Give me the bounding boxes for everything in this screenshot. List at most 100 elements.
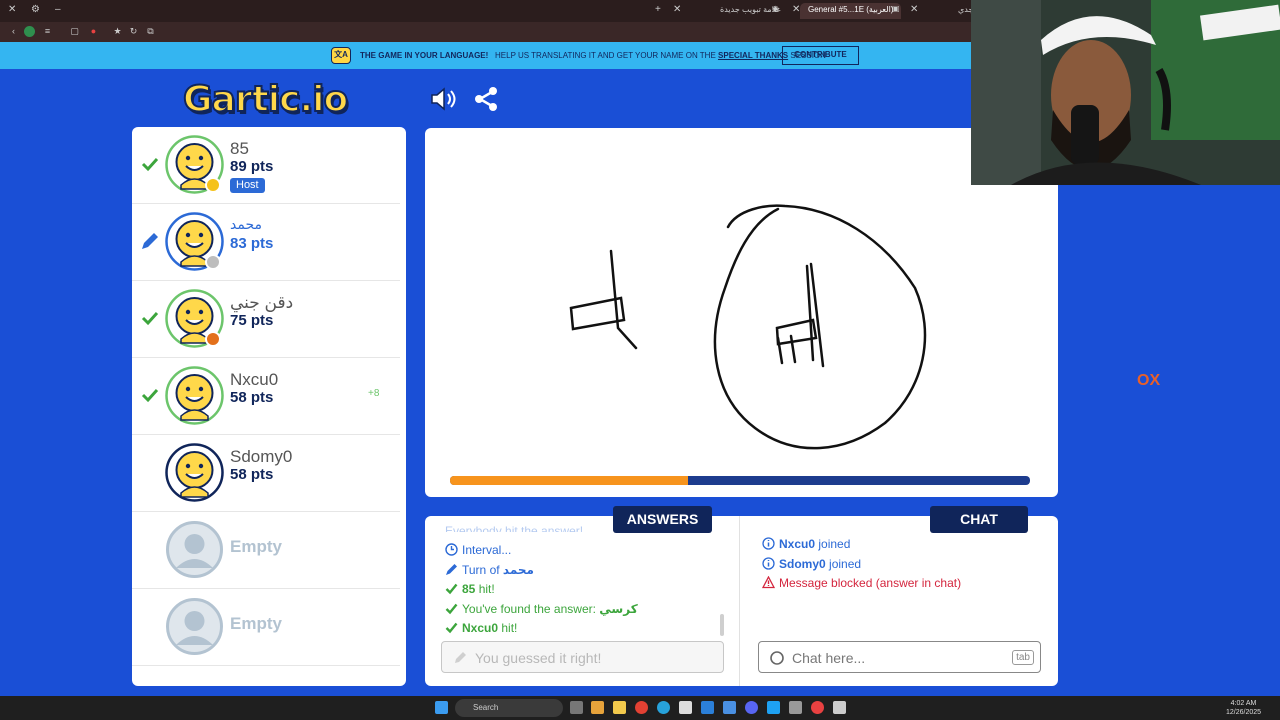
- message-user: Sdomy0: [779, 556, 826, 571]
- player-row[interactable]: Nxcu0 58 pts +8: [132, 358, 400, 435]
- stream-overlay-text: OX: [1137, 372, 1161, 389]
- bookmark-star-icon[interactable]: ★: [112, 26, 123, 37]
- taskbar: Search 4:02 AM 12/26/2025: [0, 696, 1280, 720]
- points-bonus: +8: [368, 388, 380, 399]
- message-line: Nxcu0 joined: [762, 537, 850, 551]
- speaker-icon[interactable]: [429, 86, 457, 112]
- host-badge: Host: [230, 178, 265, 193]
- message-text: joined: [825, 556, 862, 571]
- check-icon: [445, 622, 458, 634]
- special-thanks-link[interactable]: SPECIAL THANKS: [718, 51, 788, 60]
- new-tab-icon[interactable]: +: [655, 4, 661, 15]
- cut-line-text: Everybody hit the answer!: [445, 524, 584, 532]
- record-icon[interactable]: ●: [88, 26, 99, 37]
- banner-headline: THE GAME IN YOUR LANGUAGE!: [360, 51, 489, 60]
- share-icon[interactable]: [472, 86, 500, 112]
- check-icon: [141, 388, 159, 403]
- profile-icon[interactable]: [24, 26, 35, 37]
- banner-text: HELP US TRANSLATING IT AND GET YOUR NAME…: [495, 51, 826, 60]
- contribute-button[interactable]: CONTRIBUTE: [782, 46, 859, 65]
- player-row[interactable]: Sdomy0 58 pts: [132, 435, 400, 512]
- tab-search-icon[interactable]: ▢: [69, 26, 80, 37]
- round-timer-bar: [450, 476, 1030, 485]
- browser-tab-active[interactable]: General #5...1E (العربية): [800, 3, 902, 19]
- task-view-icon[interactable]: [570, 701, 583, 714]
- minimize-icon[interactable]: –: [55, 4, 61, 15]
- message-line: Interval...: [445, 543, 511, 557]
- browser-tab-label: General #5...1E (العربية): [808, 5, 894, 14]
- player-row[interactable]: دقن جني 75 pts: [132, 281, 400, 358]
- taskbar-clock[interactable]: 4:02 AM 12/26/2025: [1226, 699, 1261, 717]
- gartic-logo[interactable]: Gartic.io: [182, 78, 349, 121]
- answers-cut-line: Everybody hit the answer!: [445, 524, 583, 532]
- player-name: 85: [230, 139, 249, 158]
- host-badge-label: Host: [236, 179, 259, 191]
- message-highlight: محمد: [502, 562, 534, 577]
- mail-icon[interactable]: [701, 701, 714, 714]
- drawing: [569, 204, 927, 450]
- webcam-overlay: [971, 0, 1280, 185]
- message-text: hit!: [498, 621, 518, 635]
- message-text: You've found the answer:: [462, 601, 600, 616]
- answer-input[interactable]: You guessed it right!: [441, 641, 724, 673]
- player-name: Sdomy0: [230, 447, 293, 466]
- status-dot: [205, 331, 221, 347]
- drawing-canvas[interactable]: [425, 128, 1058, 497]
- pencil-icon: [455, 652, 466, 663]
- windows-start-icon[interactable]: [435, 701, 448, 714]
- player-row[interactable]: 85 89 pts Host: [132, 127, 400, 204]
- message-text: hit!: [475, 582, 495, 596]
- tab-answers[interactable]: ANSWERS: [613, 506, 712, 533]
- check-icon: [445, 603, 458, 614]
- check-icon: [141, 157, 159, 172]
- taskbar-search[interactable]: Search: [455, 699, 563, 717]
- back-icon[interactable]: ‹: [8, 26, 19, 37]
- player-row[interactable]: محمد 83 pts: [132, 204, 400, 281]
- answers-scrollbar[interactable]: [720, 614, 724, 636]
- message-highlight: كرسي: [599, 601, 638, 616]
- file-explorer-icon[interactable]: [613, 701, 626, 714]
- store-icon[interactable]: [679, 701, 692, 714]
- extension-icon[interactable]: ≡: [42, 26, 53, 37]
- check-icon: [445, 583, 458, 595]
- settings-icon[interactable]: ⚙: [31, 4, 40, 15]
- app-icon[interactable]: [767, 701, 780, 714]
- tab-key-hint: tab: [1012, 650, 1034, 665]
- search-app-icon[interactable]: [833, 701, 846, 714]
- message-line: Sdomy0 joined: [762, 557, 861, 571]
- share-page-icon[interactable]: ⧉: [145, 26, 156, 37]
- tab-favicon-icon: ▣: [892, 4, 900, 13]
- translate-icon-label: 文A: [334, 50, 348, 59]
- round-timer-fill: [450, 476, 688, 485]
- player-points: 75 pts: [230, 312, 274, 329]
- clock-time: 4:02 AM: [1230, 700, 1257, 707]
- message-line: Message blocked (answer in chat): [762, 576, 961, 590]
- app-icon[interactable]: [723, 701, 736, 714]
- avatar: [165, 443, 224, 502]
- chat-input[interactable]: Chat here... tab: [758, 641, 1041, 673]
- chrome-icon[interactable]: [635, 701, 648, 714]
- info-icon: [762, 537, 775, 550]
- close-window-icon[interactable]: ✕: [8, 4, 16, 15]
- close-tab-icon[interactable]: ✕: [910, 4, 918, 15]
- message-line: Turn of محمد: [445, 563, 534, 577]
- settings-icon[interactable]: [789, 701, 802, 714]
- empty-slot-label: Empty: [230, 614, 282, 633]
- widgets-icon[interactable]: [591, 701, 604, 714]
- edge-icon[interactable]: [657, 701, 670, 714]
- players-list: 85 89 pts Host محمد 83 pts دقن جني 75 pts Nxcu0…: [132, 127, 406, 686]
- tab-chat[interactable]: CHAT: [930, 506, 1028, 533]
- empty-slot-label: Empty: [230, 537, 282, 556]
- answer-input-placeholder: You guessed it right!: [475, 650, 602, 666]
- close-tab-icon[interactable]: ✕: [673, 4, 681, 15]
- empty-avatar: [165, 520, 224, 579]
- empty-avatar: [165, 597, 224, 656]
- message-line: 85 hit!: [445, 582, 495, 596]
- player-points: 58 pts: [230, 389, 274, 406]
- message-text: Message blocked (answer in chat): [779, 576, 962, 590]
- obs-icon[interactable]: [811, 701, 824, 714]
- player-points: 89 pts: [230, 158, 274, 175]
- discord-icon[interactable]: [745, 701, 758, 714]
- tab-favicon-icon: ◉: [772, 4, 779, 13]
- refresh-icon[interactable]: ↻: [128, 26, 139, 37]
